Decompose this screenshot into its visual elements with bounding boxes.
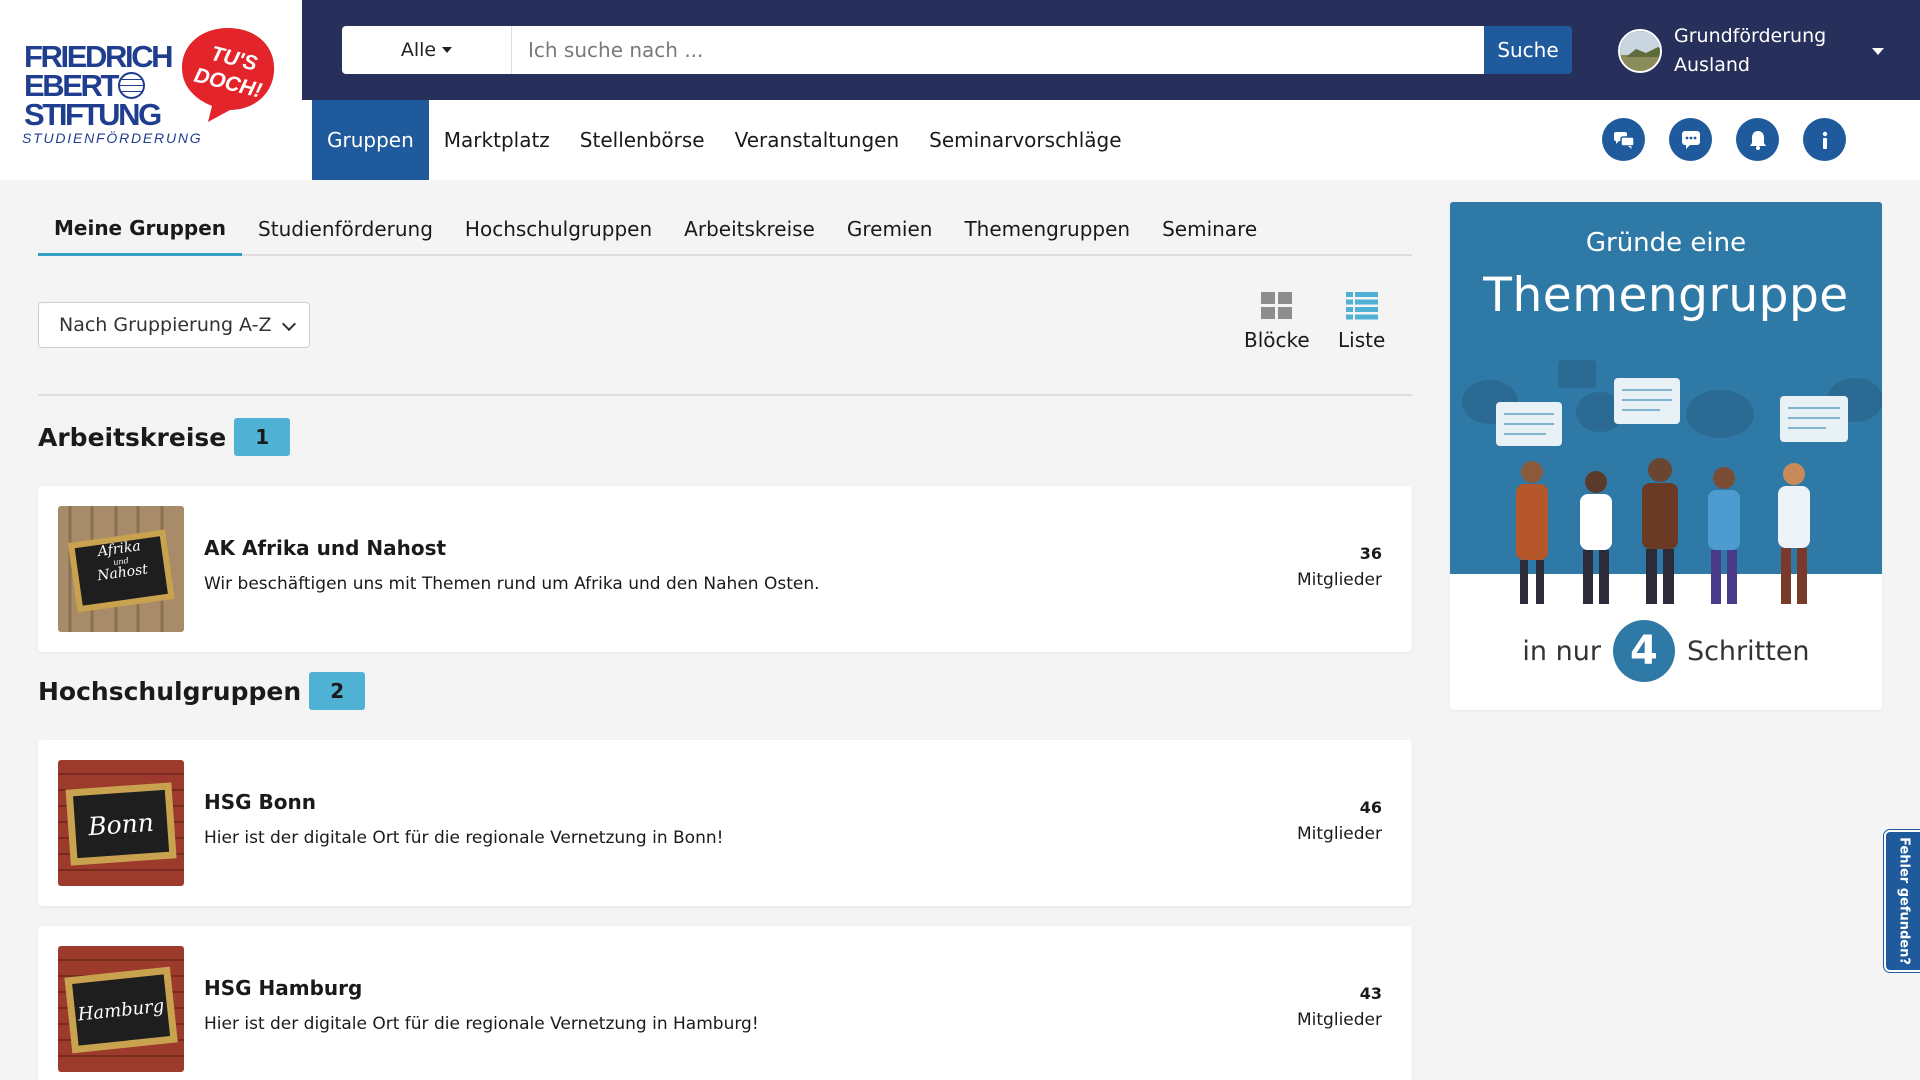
search-button[interactable]: Suche [1484, 26, 1572, 74]
count-badge: 2 [309, 672, 366, 710]
tab-hochschulgruppen[interactable]: Hochschulgruppen [449, 202, 668, 256]
nav-item-gruppen[interactable]: Gruppen [312, 100, 429, 180]
promo-header: Gründe eine Themengruppe [1450, 202, 1882, 604]
main-navigation: Gruppen Marktplatz Stellenbörse Veransta… [302, 100, 1920, 180]
view-blocks-label: Blöcke [1244, 328, 1310, 352]
people-illustration [1462, 360, 1882, 604]
notifications-button[interactable] [1736, 118, 1779, 161]
section-header: Hochschulgruppen 2 [38, 672, 1412, 710]
user-menu[interactable]: Grundförderung Ausland [1618, 20, 1898, 82]
logo-line-1: FRIEDRICH [24, 39, 174, 74]
count-badge: 1 [234, 418, 291, 456]
view-list-button[interactable]: Liste [1338, 292, 1385, 352]
grid-icon [1260, 292, 1292, 319]
user-name: Grundförderung Ausland [1674, 22, 1864, 80]
logo-line-3: STIFTUNG [24, 97, 162, 132]
tab-themengruppen[interactable]: Themengruppen [948, 202, 1146, 256]
logo-wordmark: FRIEDRICH EBERT STIFTUNG [24, 39, 174, 132]
group-description: Hier ist der digitale Ort für die region… [204, 828, 724, 848]
info-icon [1822, 131, 1827, 149]
view-list-label: Liste [1338, 328, 1386, 352]
groups-content: Meine Gruppen Studienförderung Hochschul… [38, 202, 1412, 1080]
tab-meine-gruppen[interactable]: Meine Gruppen [38, 202, 243, 256]
info-button[interactable] [1803, 118, 1846, 161]
message-icon [1681, 130, 1700, 149]
chevron-down-icon [1872, 47, 1884, 55]
group-description: Hier ist der digitale Ort für die region… [204, 1014, 759, 1034]
nav-item-stellenboerse[interactable]: Stellenbörse [565, 100, 720, 180]
globe-icon [118, 72, 146, 99]
board-text: Bonn [87, 807, 155, 842]
bell-icon [1749, 130, 1766, 150]
view-blocks-button[interactable]: Blöcke [1244, 292, 1310, 352]
feedback-label: Fehler gefunden? [1896, 837, 1912, 965]
group-title[interactable]: HSG Hamburg [204, 976, 362, 1000]
chat-button[interactable] [1602, 118, 1645, 161]
user-name-line-1: Grundförderung [1674, 25, 1827, 47]
group-title[interactable]: AK Afrika und Nahost [204, 536, 446, 560]
search-category-label: Alle [400, 39, 437, 61]
search-category-dropdown[interactable]: Alle [342, 26, 512, 74]
group-title[interactable]: HSG Bonn [204, 790, 316, 814]
avatar [1618, 29, 1662, 73]
site-logo[interactable]: FRIEDRICH EBERT STIFTUNG STUDIENFÖRDERUN… [0, 0, 302, 180]
nav-item-marktplatz[interactable]: Marktplatz [429, 100, 565, 180]
group-description: Wir beschäftigen uns mit Themen rund um … [204, 574, 820, 594]
feedback-tab[interactable]: Fehler gefunden? [1884, 830, 1920, 972]
promo-line-2: Themengruppe [1483, 268, 1849, 323]
caret-down-icon [442, 47, 453, 53]
member-label: Mitglieder [1297, 1010, 1382, 1030]
search-bar: Alle Suche [342, 26, 1572, 74]
section-header: Arbeitskreise 1 [38, 418, 1412, 456]
groups-toolbar: Nach Gruppierung A-Z Blöcke Liste [38, 256, 1412, 396]
promo-footer: in nur 4 Schritten [1450, 620, 1882, 682]
tab-gremien[interactable]: Gremien [831, 202, 949, 256]
group-card[interactable]: Bonn HSG Bonn Hier ist der digitale Ort … [38, 740, 1412, 906]
user-name-line-2: Ausland [1674, 54, 1750, 76]
member-count: 43 [1359, 984, 1382, 1003]
nav-item-seminarvorschlaege[interactable]: Seminarvorschläge [914, 100, 1136, 180]
promo-banner[interactable]: Gründe eine Themengruppe in nur 4 Schrit… [1450, 202, 1882, 710]
member-label: Mitglieder [1297, 570, 1382, 590]
group-tabs: Meine Gruppen Studienförderung Hochschul… [38, 202, 1412, 256]
promo-pre: in nur [1522, 635, 1601, 667]
section-title: Arbeitskreise [38, 422, 227, 452]
tab-seminare[interactable]: Seminare [1146, 202, 1273, 256]
promo-post: Schritten [1686, 635, 1810, 667]
tab-arbeitskreise[interactable]: Arbeitskreise [668, 202, 831, 256]
promo-step-count: 4 [1612, 620, 1675, 682]
list-icon [1345, 292, 1378, 320]
member-label: Mitglieder [1297, 824, 1382, 844]
logo-subtitle: STUDIENFÖRDERUNG [22, 130, 203, 146]
sort-select[interactable]: Nach Gruppierung A-Z [38, 302, 310, 348]
tab-studienfoerderung[interactable]: Studienförderung [242, 202, 449, 256]
nav-item-veranstaltungen[interactable]: Veranstaltungen [720, 100, 915, 180]
member-count: 46 [1359, 798, 1382, 817]
chat-icon [1613, 131, 1635, 149]
search-input[interactable] [512, 26, 1484, 74]
group-card[interactable]: Afrika und Nahost AK Afrika und Nahost W… [38, 486, 1412, 652]
member-count: 36 [1359, 544, 1382, 563]
promo-line-1: Gründe eine [1585, 228, 1747, 258]
section-title: Hochschulgruppen [38, 676, 302, 706]
group-card[interactable]: Hamburg HSG Hamburg Hier ist der digital… [38, 926, 1412, 1080]
messages-button[interactable] [1669, 118, 1712, 161]
